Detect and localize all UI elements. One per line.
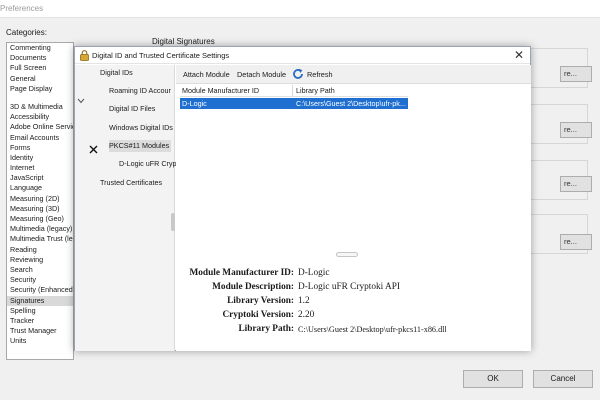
tree-item-windows-digital-ids[interactable]: Windows Digital IDs [109, 122, 173, 134]
chevron-down-icon[interactable] [77, 97, 85, 106]
column-header-library-path[interactable]: Library Path [296, 86, 335, 95]
detail-row: Cryptoki Version: 2.20 [176, 310, 531, 323]
digital-id-dialog: Digital ID and Trusted Certificate Setti… [74, 46, 531, 351]
detail-label: Library Version: [227, 296, 294, 306]
category-separator [7, 94, 73, 102]
category-item[interactable]: Email Accounts [7, 133, 73, 143]
category-item[interactable]: Multimedia (legacy) [7, 224, 73, 234]
splitter-handle[interactable] [336, 252, 358, 257]
module-details: Module Manufacturer ID: D-Logic Module D… [176, 264, 531, 350]
category-item[interactable]: 3D & Multimedia [7, 102, 73, 112]
module-panel: Attach Module Detach Module Refresh Modu… [176, 65, 531, 351]
close-icon[interactable]: ✕ [514, 48, 524, 62]
category-item[interactable]: Internet [7, 163, 73, 173]
categories-list[interactable]: Commenting Documents Full Screen General… [6, 42, 74, 360]
category-item[interactable]: Forms [7, 143, 73, 153]
detach-module-button[interactable]: Detach Module [237, 70, 286, 80]
more-button[interactable]: re... [560, 176, 592, 192]
category-item[interactable]: Documents [7, 53, 73, 63]
table-row[interactable]: D-Logic C:\Users\Guest 2\Desktop\ufr-pk.… [180, 98, 408, 109]
cursor-icon [89, 145, 98, 154]
categories-label: Categories: [6, 28, 47, 37]
category-item[interactable]: Security (Enhanced) [7, 285, 73, 295]
settings-tree: Digital IDs Roaming ID Accour Digital ID… [75, 65, 177, 351]
category-item[interactable]: Measuring (2D) [7, 194, 73, 204]
tree-item-pkcs11-modules[interactable]: PKCS#11 Modules a [109, 140, 171, 152]
more-button[interactable]: re... [560, 122, 592, 138]
detail-row: Module Manufacturer ID: D-Logic [176, 268, 531, 281]
category-item[interactable]: Full Screen [7, 63, 73, 73]
category-item[interactable]: Accessibility [7, 112, 73, 122]
category-item[interactable]: Spelling [7, 306, 73, 316]
lock-icon [80, 50, 89, 61]
detail-label: Cryptoki Version: [222, 310, 294, 320]
ok-button[interactable]: OK [463, 370, 523, 388]
category-item[interactable]: Page Display [7, 84, 73, 94]
dialog-titlebar: Digital ID and Trusted Certificate Setti… [75, 47, 530, 64]
category-item[interactable]: Identity [7, 153, 73, 163]
toolbar: Attach Module Detach Module Refresh [176, 65, 531, 84]
category-item[interactable]: Tracker [7, 316, 73, 326]
category-item-signatures[interactable]: Signatures [7, 295, 73, 306]
category-item[interactable]: Adobe Online Services [7, 122, 73, 132]
category-item[interactable]: Measuring (3D) [7, 204, 73, 214]
module-table-header: Module Manufacturer ID Library Path [180, 85, 408, 97]
refresh-icon[interactable] [292, 68, 304, 80]
row-manufacturer: D-Logic [182, 99, 207, 108]
category-item[interactable]: Multimedia Trust (legacy) [7, 234, 73, 244]
detail-value: 2.20 [298, 310, 315, 320]
category-item[interactable]: JavaScript [7, 173, 73, 183]
detail-row: Module Description: D-Logic uFR Cryptoki… [176, 282, 531, 295]
preferences-titlebar: Preferences [0, 0, 600, 18]
section-title: Digital Signatures [152, 37, 215, 46]
tree-item-digital-ids[interactable]: Digital IDs [100, 67, 133, 79]
category-item[interactable]: General [7, 74, 73, 84]
detail-label: Module Description: [212, 282, 294, 292]
category-item[interactable]: Trust Manager [7, 326, 73, 336]
detail-value: D-Logic uFR Cryptoki API [298, 282, 401, 292]
refresh-button[interactable]: Refresh [307, 70, 333, 80]
column-divider[interactable] [292, 85, 293, 96]
dialog-title: Digital ID and Trusted Certificate Setti… [92, 51, 230, 60]
cancel-button[interactable]: Cancel [533, 370, 593, 388]
attach-module-button[interactable]: Attach Module [183, 70, 230, 80]
detail-value: D-Logic [298, 268, 330, 278]
detail-row: Library Path: C:\Users\Guest 2\Desktop\u… [176, 324, 531, 337]
tree-item-trusted-certificates[interactable]: Trusted Certificates [100, 177, 162, 189]
detail-value: 1.2 [298, 296, 310, 306]
category-item[interactable]: Commenting [7, 43, 73, 53]
tree-scrollbar[interactable] [171, 213, 175, 231]
tree-item-roaming-id[interactable]: Roaming ID Accour [109, 85, 171, 97]
tree-item-dlogic-ufr[interactable]: D-Logic uFR Cryp [119, 158, 177, 170]
more-button[interactable]: re... [560, 66, 592, 82]
category-item[interactable]: Units [7, 336, 73, 346]
category-item[interactable]: Reading [7, 245, 73, 255]
detail-label: Library Path: [238, 324, 294, 334]
category-item[interactable]: Search [7, 265, 73, 275]
column-header-manufacturer[interactable]: Module Manufacturer ID [182, 86, 259, 95]
detail-row: Library Version: 1.2 [176, 296, 531, 309]
tree-item-digital-id-files[interactable]: Digital ID Files [109, 103, 155, 115]
more-button[interactable]: re... [560, 234, 592, 250]
detail-label: Module Manufacturer ID: [189, 268, 295, 278]
category-item[interactable]: Language [7, 183, 73, 193]
detail-value: C:\Users\Guest 2\Desktop\ufr-pkcs11-x86.… [298, 325, 447, 334]
category-item[interactable]: Reviewing [7, 255, 73, 265]
row-library-path: C:\Users\Guest 2\Desktop\ufr-pk... [296, 99, 406, 108]
preferences-title: Preferences [0, 4, 44, 13]
category-item[interactable]: Security [7, 275, 73, 285]
category-item[interactable]: Measuring (Geo) [7, 214, 73, 224]
